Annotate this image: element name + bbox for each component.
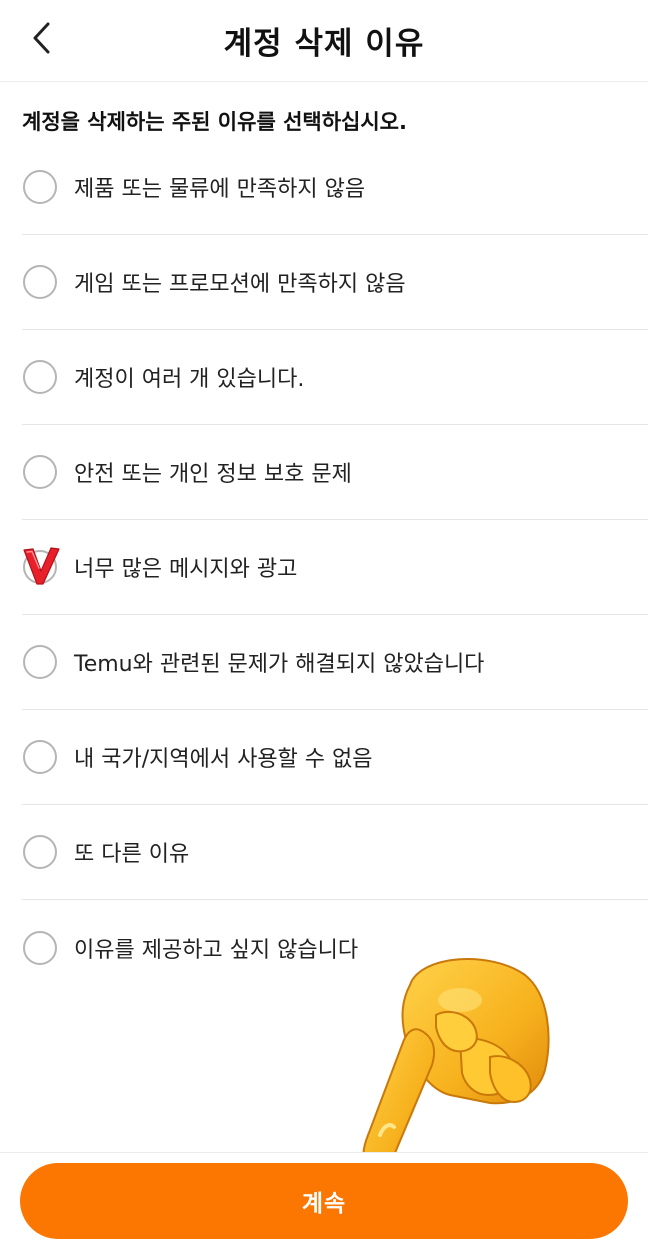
header: 계정 삭제 이유	[0, 0, 648, 82]
radio-button[interactable]	[23, 360, 57, 394]
radio-button[interactable]	[23, 740, 57, 774]
reason-label: 또 다른 이유	[74, 842, 190, 867]
radio-button[interactable]	[23, 835, 57, 869]
reason-option[interactable]: 제품 또는 물류에 만족하지 않음	[22, 140, 648, 235]
reason-option[interactable]: 게임 또는 프로모션에 만족하지 않음	[22, 235, 648, 330]
reason-label: 계정이 여러 개 있습니다.	[74, 367, 305, 392]
reason-option[interactable]: Temu와 관련된 문제가 해결되지 않았습니다	[22, 615, 648, 710]
reason-label: 너무 많은 메시지와 광고	[74, 557, 298, 582]
reason-option[interactable]: 계정이 여러 개 있습니다.	[22, 330, 648, 425]
radio-button[interactable]	[23, 455, 57, 489]
reason-option-selected[interactable]: 너무 많은 메시지와 광고	[22, 520, 648, 615]
reason-label: 게임 또는 프로모션에 만족하지 않음	[74, 272, 406, 297]
radio-button-selected[interactable]	[23, 547, 60, 585]
reason-option[interactable]: 또 다른 이유	[22, 805, 648, 900]
reason-list: 제품 또는 물류에 만족하지 않음 게임 또는 프로모션에 만족하지 않음 계정…	[22, 140, 648, 995]
reason-label: 내 국가/지역에서 사용할 수 없음	[74, 747, 373, 772]
check-mark-icon	[23, 547, 60, 585]
reason-label: 이유를 제공하고 싶지 않습니다	[74, 937, 359, 963]
radio-button[interactable]	[23, 265, 57, 299]
reason-label: Temu와 관련된 문제가 해결되지 않았습니다	[74, 652, 485, 677]
reason-option[interactable]: 내 국가/지역에서 사용할 수 없음	[22, 710, 648, 805]
continue-button[interactable]: 계속	[20, 1163, 628, 1239]
footer: 계속	[0, 1152, 648, 1248]
radio-button[interactable]	[23, 645, 57, 679]
reason-option[interactable]: 이유를 제공하고 싶지 않습니다	[22, 900, 648, 995]
radio-button[interactable]	[23, 170, 57, 204]
page-title: 계정 삭제 이유	[223, 26, 425, 62]
reason-label: 제품 또는 물류에 만족하지 않음	[74, 177, 366, 202]
instruction-text: 계정을 삭제하는 주된 이유를 선택하십시오.	[22, 110, 407, 134]
reason-option[interactable]: 안전 또는 개인 정보 보호 문제	[22, 425, 648, 520]
radio-button[interactable]	[23, 930, 57, 965]
reason-label: 안전 또는 개인 정보 보호 문제	[74, 462, 352, 487]
